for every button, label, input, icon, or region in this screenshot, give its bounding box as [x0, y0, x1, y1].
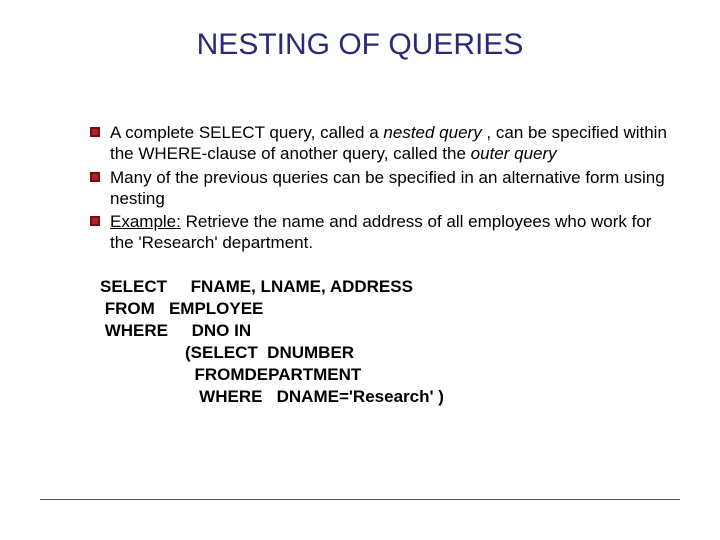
bullet-text: A complete SELECT query, called a nested…	[110, 122, 670, 165]
page-title: NESTING OF QUERIES	[50, 28, 670, 62]
list-item: Many of the previous queries can be spec…	[90, 167, 670, 210]
list-item: Example: Retrieve the name and address o…	[90, 211, 670, 254]
bullet-icon	[90, 216, 100, 226]
list-item: A complete SELECT query, called a nested…	[90, 122, 670, 165]
bullet-text: Many of the previous queries can be spec…	[110, 167, 670, 210]
bullet-icon	[90, 127, 100, 137]
bullet-icon	[90, 172, 100, 182]
bullet-list: A complete SELECT query, called a nested…	[50, 122, 670, 254]
sql-code-block: SELECT FNAME, LNAME, ADDRESS FROM EMPLOY…	[100, 276, 670, 409]
bullet-text: Example: Retrieve the name and address o…	[110, 211, 670, 254]
divider	[40, 499, 680, 500]
